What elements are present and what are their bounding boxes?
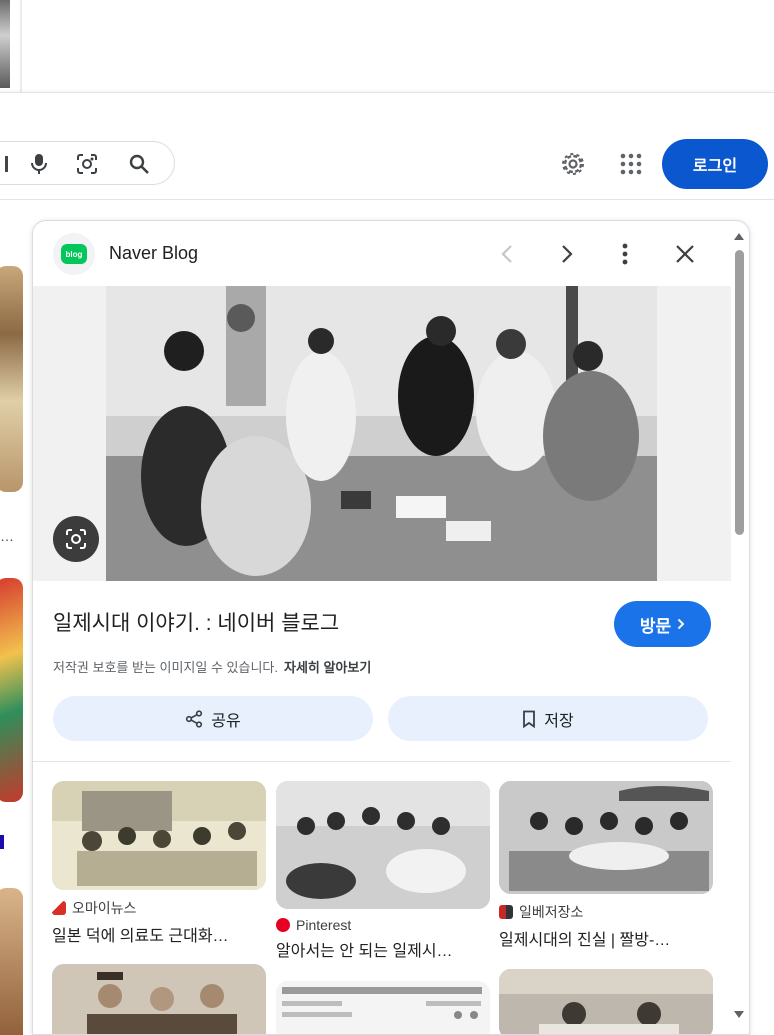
result-thumbnail[interactable] [0,888,23,1035]
microphone-icon[interactable] [27,152,51,176]
related-source: 오마이뉴스 [52,898,266,918]
related-thumbnail[interactable] [276,981,490,1034]
related-thumbnail[interactable] [52,781,266,890]
related-title[interactable]: 알아서는 안 되는 일제시… [276,937,490,961]
search-box[interactable] [0,141,175,185]
chevron-right-icon [677,618,685,630]
related-source: Pinterest [276,917,490,933]
related-title[interactable]: 일제시대의 진실 | 짤방-… [499,926,713,950]
share-icon [186,709,203,728]
image-detail-panel: blog Naver Blog 일제시대 이야기.: 네이버 블로그 방문 저… [32,220,750,1035]
related-source: 일베저장소 [499,902,713,922]
partial-thumbnail[interactable] [0,0,10,88]
scroll-up-arrow-icon[interactable] [732,230,746,242]
search-header: 로그인 [0,92,774,200]
previous-chevron-icon[interactable] [491,238,523,270]
copyright-text: 저작권 보호를 받는 이미지일 수 있습니다. [53,660,278,675]
related-source-name: 일베저장소 [519,904,584,920]
related-thumbnail[interactable] [52,964,266,1034]
save-button[interactable]: 저장 [388,696,708,741]
panel-scrollbar[interactable] [732,228,746,1028]
scroll-down-arrow-icon[interactable] [732,1008,746,1020]
share-label: 공유 [211,712,241,730]
settings-gear-icon[interactable] [559,150,587,178]
ilbe-logo-icon [499,905,513,919]
related-source-name: 오마이뉴스 [72,900,137,916]
login-button[interactable]: 로그인 [662,139,768,189]
save-label: 저장 [544,712,574,730]
main-image-area [33,286,731,581]
search-icon[interactable] [127,152,151,176]
divider [20,0,22,92]
pinterest-logo-icon [276,918,290,932]
image-title[interactable]: 일제시대 이야기. : 네이버 블로그 [53,607,339,637]
copyright-notice: 저작권 보호를 받는 이미지일 수 있습니다. 자세히 알아보기 [53,657,371,676]
related-image-card[interactable]: Pinterest 알아서는 안 되는 일제시… [276,781,490,961]
visual-search-button[interactable] [53,516,99,562]
main-photo[interactable] [106,286,657,581]
related-source-name: Pinterest [296,917,352,933]
related-image-card[interactable] [276,981,490,1034]
visit-label: 방문 [639,616,672,636]
source-logo-text: blog [61,244,87,264]
related-thumbnail[interactable] [499,781,713,894]
related-thumbnail[interactable] [499,969,713,1034]
lens-icon[interactable] [75,152,99,176]
result-ellipsis: … [0,528,14,544]
bookmark-icon [523,710,536,728]
related-image-card[interactable]: 일베저장소 일제시대의 진실 | 짤방-… [499,781,713,950]
source-name[interactable]: Naver Blog [109,243,198,264]
page: 로그인 … blog Naver Blog 일제시대 이야기.: 네이버 블로… [0,0,774,1035]
learn-more-link[interactable]: 자세히 알아보기 [284,660,371,675]
related-thumbnail[interactable] [276,781,490,909]
result-link[interactable] [0,835,4,849]
visit-button[interactable]: 방문 [614,601,711,647]
panel-header: blog Naver Blog [33,221,733,287]
related-image-card[interactable] [499,969,713,1034]
keyboard-icon[interactable] [0,152,19,176]
section-divider [33,761,731,762]
close-icon[interactable] [669,238,701,270]
top-strip [0,0,774,92]
apps-grid-icon[interactable] [617,150,645,178]
related-image-card[interactable] [52,964,266,1034]
related-image-card[interactable]: 오마이뉴스 일본 덕에 의료도 근대화… [52,781,266,946]
share-button[interactable]: 공유 [53,696,373,741]
scrollbar-thumb[interactable] [735,250,744,535]
related-title[interactable]: 일본 덕에 의료도 근대화… [52,922,266,946]
more-options-icon[interactable] [609,238,641,270]
naver-blog-logo[interactable]: blog [53,233,95,275]
result-thumbnail[interactable] [0,578,23,802]
result-thumbnail[interactable] [0,266,23,492]
ohmynews-logo-icon [52,901,66,915]
results-left-column: … [0,200,30,1035]
next-chevron-icon[interactable] [551,238,583,270]
